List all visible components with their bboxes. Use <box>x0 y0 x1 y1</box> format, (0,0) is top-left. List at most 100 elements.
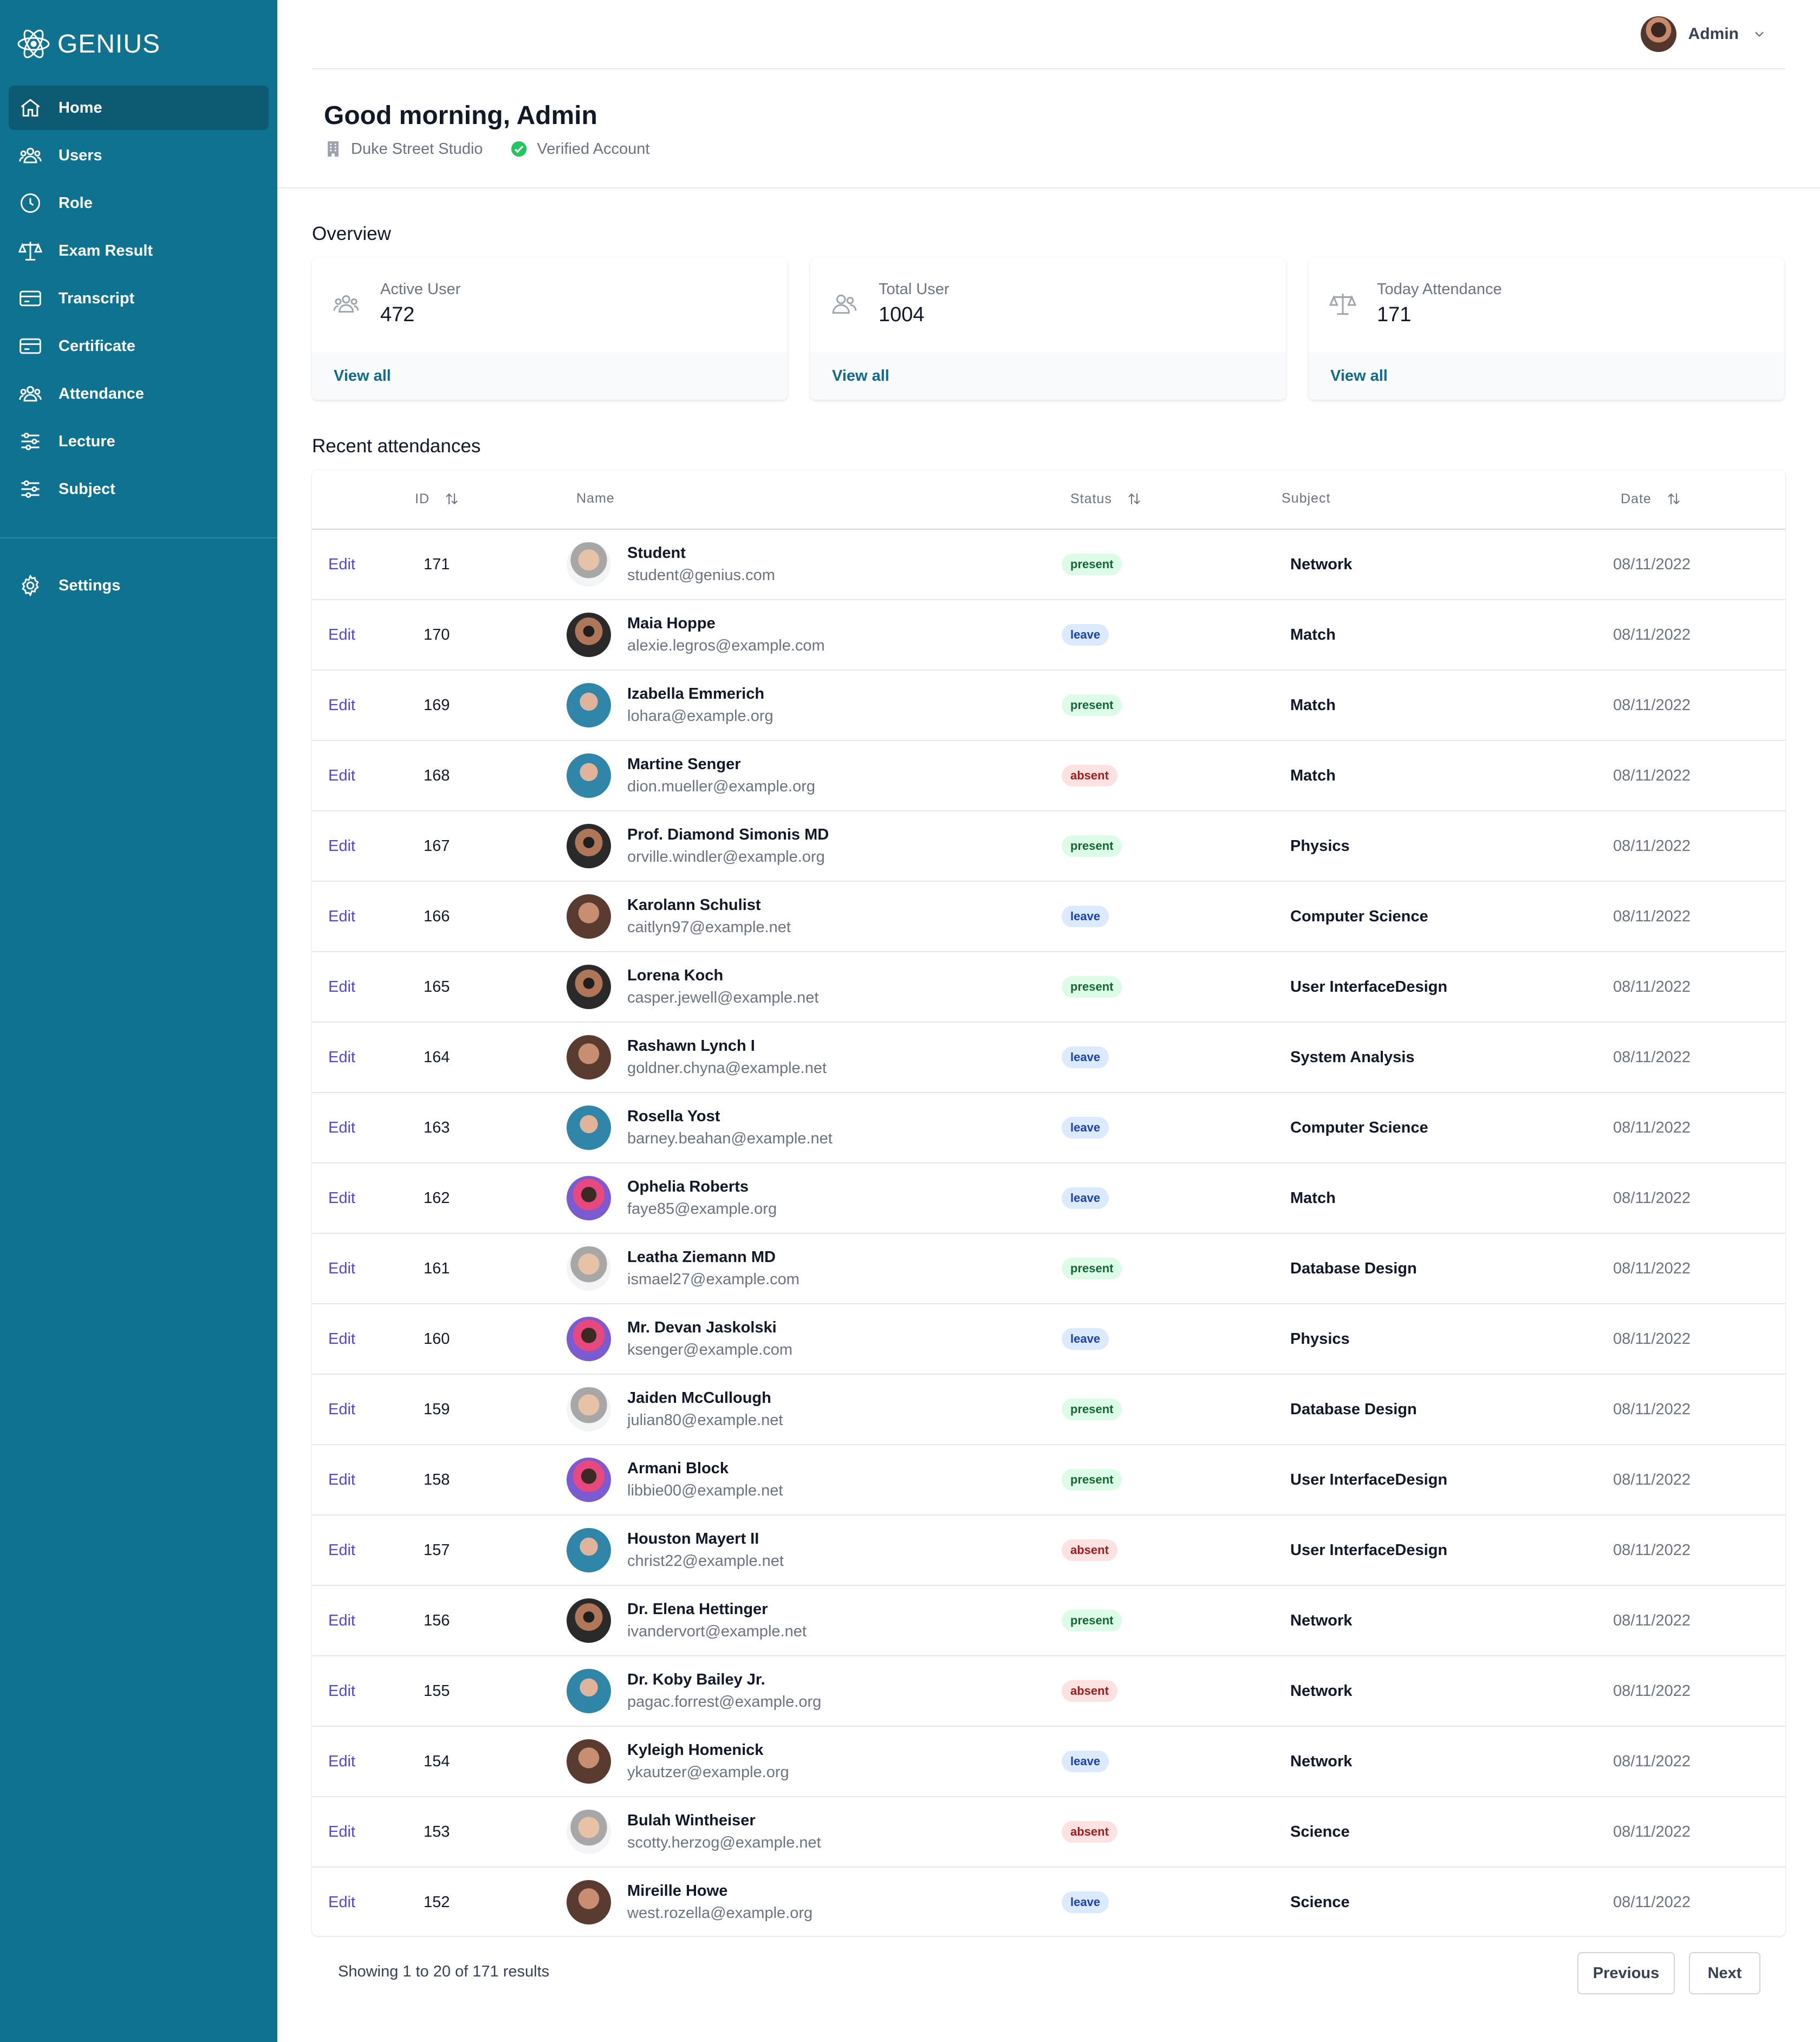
column-header-subject[interactable]: Subject <box>1282 491 1330 506</box>
org-name: Duke Street Studio <box>351 140 483 158</box>
table-row: Edit 166 Karolann Schulist caitlyn97@exampl… <box>312 882 1785 952</box>
person-email: casper.jewell@example.net <box>627 989 819 1006</box>
sidebar-item-exam-result[interactable]: Exam Result <box>9 229 269 273</box>
person-name: Armani Block <box>627 1460 729 1477</box>
status-cell: leave <box>1062 1727 1109 1796</box>
view-all-link[interactable]: View all <box>832 367 889 385</box>
status-cell: absent <box>1062 1656 1117 1726</box>
previous-button[interactable]: Previous <box>1577 1952 1675 1994</box>
table-row: Edit 154 Kyleigh Homenick ykautzer@example.… <box>312 1727 1785 1797</box>
column-label: Status <box>1070 491 1112 506</box>
person-name: Leatha Ziemann MD <box>627 1248 776 1266</box>
person-cell: Izabella Emmerich lohara@example.org <box>567 671 774 740</box>
column-header-name[interactable]: Name <box>576 491 615 506</box>
home-icon <box>21 99 40 117</box>
sidebar-item-users[interactable]: Users <box>9 133 269 178</box>
brand[interactable]: GENIUS <box>16 25 160 63</box>
person-cell: Ophelia Roberts faye85@example.org <box>567 1163 777 1233</box>
sidebar-item-subject[interactable]: Subject <box>9 467 269 511</box>
person-cell: Lorena Koch casper.jewell@example.net <box>567 952 818 1022</box>
edit-link[interactable]: Edit <box>328 1516 355 1585</box>
person-name: Kyleigh Homenick <box>627 1741 764 1759</box>
edit-link[interactable]: Edit <box>328 1797 355 1867</box>
edit-link[interactable]: Edit <box>328 882 355 951</box>
avatar <box>567 1317 611 1361</box>
sidebar-item-home[interactable]: Home <box>9 86 269 130</box>
edit-link[interactable]: Edit <box>328 811 355 881</box>
column-header-date[interactable]: Date <box>1621 491 1682 507</box>
person-name: Rosella Yost <box>627 1108 720 1125</box>
edit-link[interactable]: Edit <box>328 1163 355 1233</box>
avatar <box>567 542 611 587</box>
avatar <box>567 1035 611 1079</box>
edit-link[interactable]: Edit <box>328 1868 355 1936</box>
status-badge: absent <box>1062 765 1117 786</box>
status-cell: leave <box>1062 1304 1109 1374</box>
table-row: Edit 160 Mr. Devan Jaskolski ksenger@exampl… <box>312 1304 1785 1375</box>
person-email: dion.mueller@example.org <box>627 778 815 795</box>
edit-link[interactable]: Edit <box>328 1727 355 1796</box>
person-name: Mireille Howe <box>627 1882 728 1900</box>
avatar <box>567 1105 611 1150</box>
person-email: pagac.forrest@example.org <box>627 1693 822 1711</box>
row-id: 153 <box>424 1823 450 1841</box>
edit-link[interactable]: Edit <box>328 671 355 740</box>
sort-icon <box>1128 493 1140 505</box>
view-all-link[interactable]: View all <box>1330 367 1388 385</box>
sidebar-divider <box>0 537 277 538</box>
stat-card-today-attendance: Today Attendance 171 View all <box>1309 258 1784 400</box>
sidebar-item-lecture[interactable]: Lecture <box>9 419 269 464</box>
edit-link[interactable]: Edit <box>328 1093 355 1162</box>
next-button[interactable]: Next <box>1689 1952 1760 1994</box>
date-cell: 08/11/2022 <box>1613 1048 1691 1066</box>
row-id: 167 <box>424 837 450 855</box>
column-header-id[interactable]: ID <box>415 491 460 507</box>
edit-link[interactable]: Edit <box>328 1375 355 1444</box>
edit-link[interactable]: Edit <box>328 530 355 599</box>
edit-link[interactable]: Edit <box>328 741 355 810</box>
avatar <box>567 1810 611 1854</box>
edit-link[interactable]: Edit <box>328 1445 355 1514</box>
overview-title: Overview <box>312 223 391 244</box>
person-cell: Martine Senger dion.mueller@example.org <box>567 741 815 810</box>
table-row: Edit 169 Izabella Emmerich lohara@example.o… <box>312 671 1785 741</box>
sidebar-item-settings[interactable]: Settings <box>9 563 269 608</box>
table-row: Edit 158 Armani Block libbie00@example.net p… <box>312 1445 1785 1516</box>
edit-link[interactable]: Edit <box>328 1234 355 1303</box>
sidebar-item-transcript[interactable]: Transcript <box>9 276 269 321</box>
clock-icon <box>21 193 40 213</box>
avatar <box>567 1880 611 1924</box>
edit-link[interactable]: Edit <box>328 1656 355 1726</box>
person-email: west.rozella@example.org <box>627 1904 813 1922</box>
users-icon <box>19 147 42 164</box>
edit-link[interactable]: Edit <box>328 1023 355 1092</box>
sidebar-item-role[interactable]: Role <box>9 181 269 225</box>
sidebar-item-label: Lecture <box>58 432 115 450</box>
subject-cell: Physics <box>1290 1330 1350 1348</box>
status-badge: present <box>1062 1399 1122 1420</box>
person-name: Bulah Wintheiser <box>627 1812 756 1829</box>
person-name: Student <box>627 544 686 562</box>
status-cell: leave <box>1062 600 1109 669</box>
edit-link[interactable]: Edit <box>328 1586 355 1655</box>
date-cell: 08/11/2022 <box>1613 555 1691 573</box>
date-cell: 08/11/2022 <box>1613 1752 1691 1770</box>
person-name: Maia Hoppe <box>627 615 716 632</box>
edit-link[interactable]: Edit <box>328 1304 355 1374</box>
person-email: ismael27@example.com <box>627 1271 800 1288</box>
subject-cell: User InterfaceDesign <box>1290 978 1448 996</box>
edit-link[interactable]: Edit <box>328 600 355 669</box>
sidebar-item-certificate[interactable]: Certificate <box>9 324 269 368</box>
sidebar-item-label: Subject <box>58 480 115 498</box>
sidebar-item-attendance[interactable]: Attendance <box>9 372 269 416</box>
column-header-status[interactable]: Status <box>1070 491 1142 507</box>
view-all-link[interactable]: View all <box>334 367 391 385</box>
date-cell: 08/11/2022 <box>1613 1118 1691 1136</box>
date-cell: 08/11/2022 <box>1613 696 1691 714</box>
avatar <box>567 894 611 939</box>
table-row: Edit 171 Student student@genius.com present N… <box>312 530 1785 600</box>
edit-link[interactable]: Edit <box>328 952 355 1022</box>
card-icon <box>20 338 41 354</box>
profile-menu[interactable]: Admin <box>1640 16 1767 52</box>
row-id: 152 <box>424 1893 450 1911</box>
